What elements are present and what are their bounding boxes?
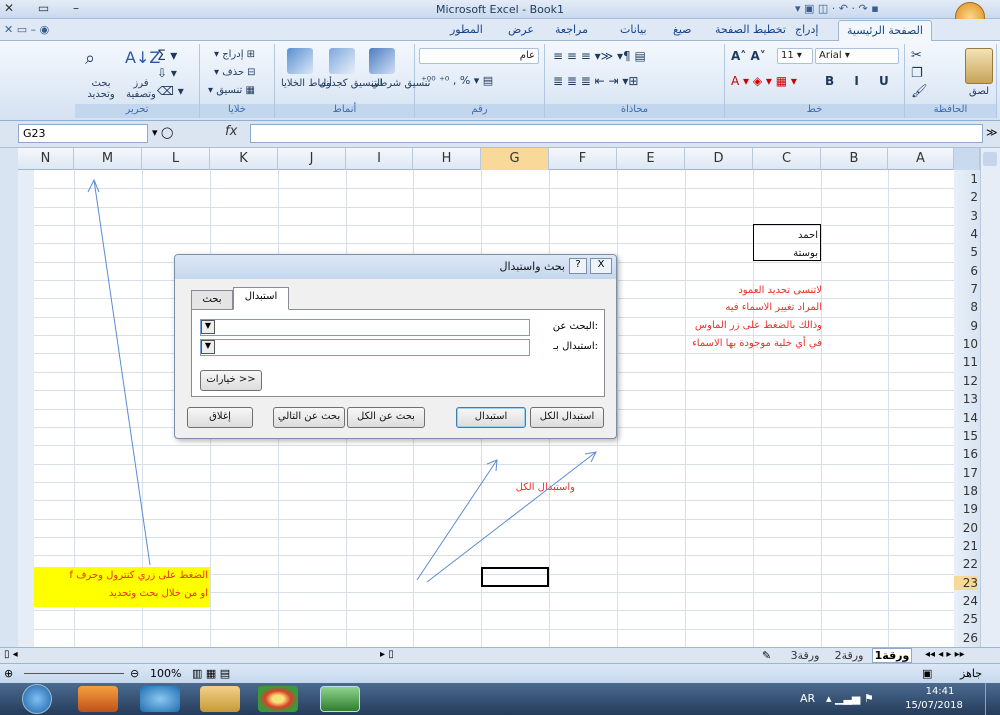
replace-dropdown-icon[interactable]: ▼ <box>201 340 215 354</box>
replace-with-input[interactable] <box>200 339 530 356</box>
find-what-input[interactable] <box>200 319 530 336</box>
status-ready: جاهز <box>960 667 983 680</box>
sheet-tab-3[interactable]: ورقة3 <box>784 649 826 662</box>
macro-record-icon[interactable]: ▣ <box>922 667 932 680</box>
sheet-nav-icons[interactable]: ◂◂ ◂ ▸ ▸▸ <box>925 649 965 660</box>
language-indicator[interactable]: AR <box>800 692 815 705</box>
find-dropdown-icon[interactable]: ▼ <box>201 320 215 334</box>
hscroll-left-icon[interactable]: ▯ ◂ <box>4 649 18 660</box>
dialog-title-bar: بحث واستبدال ? X <box>175 255 616 279</box>
find-replace-dialog: بحث واستبدال ? X استبدال بحث ▼ البحث عن:… <box>174 254 617 439</box>
dialog-close-x-button[interactable]: X <box>590 258 612 274</box>
sheet-tab-2[interactable]: ورقة2 <box>828 649 870 662</box>
tab-find[interactable]: بحث <box>191 290 233 310</box>
replace-all-button[interactable]: استبدال الكل <box>530 407 604 428</box>
taskbar: AR ▴ ▁▃▅ ⚑ 14:41 15/07/2018 <box>0 683 1000 715</box>
clock-time[interactable]: 14:41 <box>915 686 965 697</box>
zoom-level[interactable]: 100% <box>150 667 181 680</box>
sheet-tab-1[interactable]: ورقة1 <box>872 648 912 663</box>
app-icon[interactable] <box>140 686 180 712</box>
start-button-icon[interactable] <box>22 684 52 714</box>
show-desktop-button[interactable] <box>985 683 1000 715</box>
find-next-button[interactable]: بحث عن التالي <box>273 407 345 428</box>
replace-button[interactable]: استبدال <box>456 407 526 428</box>
dialog-title: بحث واستبدال <box>499 260 565 273</box>
insert-sheet-icon[interactable]: ✎ <box>762 649 771 662</box>
file-explorer-icon[interactable] <box>200 686 240 712</box>
dialog-panel: ▼ البحث عن: ▼ استبدال بـ: خيارات >> <box>191 309 605 397</box>
tab-replace[interactable]: استبدال <box>233 287 289 310</box>
options-button[interactable]: خيارات >> <box>200 370 262 391</box>
hscroll-right-icon[interactable]: ▸ ▯ <box>380 649 394 660</box>
find-what-label: البحث عن: <box>552 321 598 332</box>
media-player-icon[interactable] <box>78 686 118 712</box>
replace-with-label: استبدال بـ: <box>553 341 598 352</box>
view-buttons-icon[interactable]: ▥ ▦ ▤ <box>192 667 230 680</box>
zoom-out-icon[interactable]: ⊖ <box>130 667 139 680</box>
chrome-icon[interactable] <box>258 686 298 712</box>
dialog-help-button[interactable]: ? <box>569 258 587 274</box>
sheet-tab-bar: ▯ ◂ ▸ ▯ ورقة1 ورقة2 ورقة3 ✎ ◂◂ ◂ ▸ ▸▸ <box>0 647 1000 663</box>
close-button[interactable]: إغلاق <box>187 407 253 428</box>
zoom-slider[interactable] <box>24 673 124 674</box>
zoom-in-icon[interactable]: ⊕ <box>4 667 13 680</box>
clock-date[interactable]: 15/07/2018 <box>903 700 965 711</box>
tray-icons[interactable]: ▴ ▁▃▅ ⚑ <box>826 692 874 705</box>
excel-taskbar-icon[interactable] <box>320 686 360 712</box>
find-all-button[interactable]: بحث عن الكل <box>347 407 425 428</box>
status-bar: ⊕ ⊖ 100% ▥ ▦ ▤ ▣ جاهز <box>0 663 1000 683</box>
